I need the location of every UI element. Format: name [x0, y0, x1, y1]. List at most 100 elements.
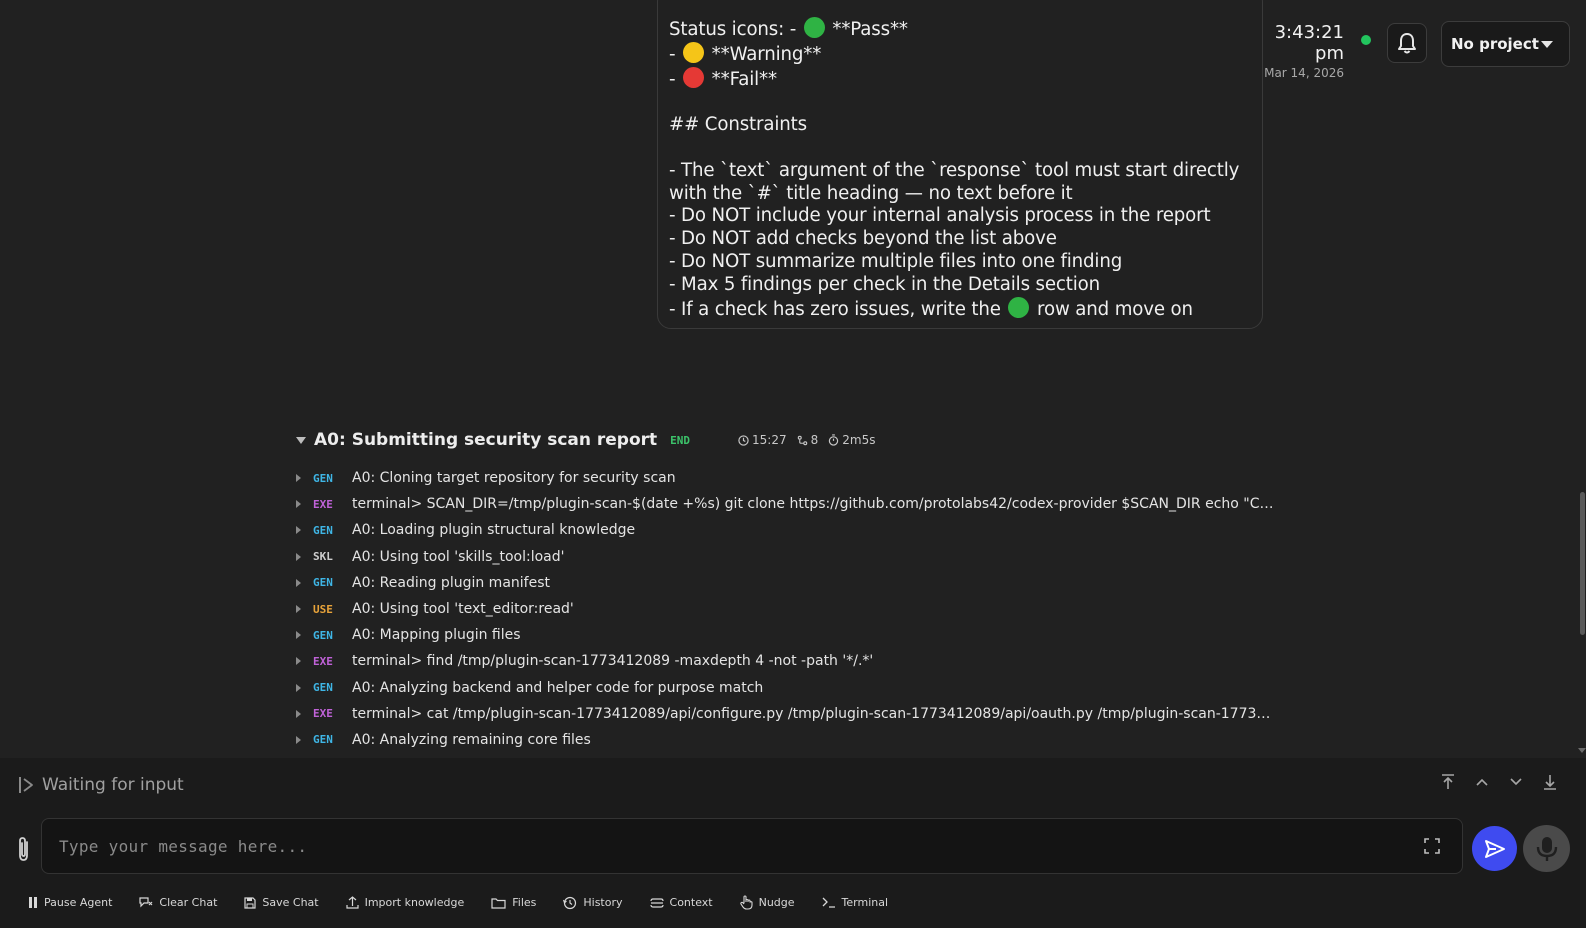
- files-button[interactable]: Files: [491, 896, 536, 909]
- terminal-button[interactable]: Terminal: [822, 896, 889, 909]
- step-type-badge: GEN: [313, 576, 333, 590]
- chevron-down-icon: [1541, 41, 1553, 48]
- process-step-row[interactable]: GEN A0: Mapping plugin files: [296, 622, 1286, 648]
- message-line-text: - Max 5 findings per check in the Detail…: [669, 273, 1100, 295]
- bell-icon: [1398, 33, 1416, 54]
- terminal-label: Terminal: [841, 896, 889, 909]
- pause-agent-label: Pause Agent: [44, 896, 113, 909]
- expand-triangle-icon[interactable]: [296, 526, 301, 535]
- agent-status-text: Waiting for input: [42, 775, 184, 795]
- expand-icon[interactable]: [1424, 838, 1440, 854]
- process-step-row[interactable]: SKL A0: Using tool 'skills_tool:load': [296, 544, 1286, 570]
- import-knowledge-button[interactable]: Import knowledge: [345, 896, 464, 909]
- collapse-triangle-icon[interactable]: [296, 436, 306, 444]
- process-steps-list: GEN A0: Cloning target repository for sec…: [296, 465, 1286, 753]
- process-time: 15:27: [738, 433, 787, 447]
- context-button[interactable]: Context: [649, 896, 713, 909]
- attach-button[interactable]: [14, 835, 34, 863]
- expand-triangle-icon[interactable]: [296, 552, 301, 561]
- expand-triangle-icon[interactable]: [296, 683, 301, 692]
- clear-chat-button[interactable]: Clear Chat: [139, 896, 217, 909]
- files-label: Files: [512, 896, 537, 909]
- expand-triangle-icon[interactable]: [296, 735, 301, 744]
- expand-triangle-icon[interactable]: [296, 709, 301, 718]
- folder-icon: [491, 897, 506, 909]
- message-line: - **Warning**: [669, 41, 1251, 67]
- process-steps-value: 8: [810, 433, 819, 447]
- clock-icon: [738, 434, 749, 446]
- save-chat-button[interactable]: Save Chat: [244, 896, 319, 909]
- step-type-badge: GEN: [313, 628, 333, 642]
- step-type-badge: EXE: [313, 497, 333, 511]
- save-icon: [244, 896, 256, 909]
- scrollbar-thumb[interactable]: [1580, 492, 1585, 635]
- step-type-badge: EXE: [313, 654, 333, 668]
- scroll-top-button[interactable]: [1440, 774, 1456, 790]
- process-time-value: 15:27: [752, 433, 787, 447]
- process-step-row[interactable]: GEN A0: Cloning target repository for sec…: [296, 465, 1286, 491]
- process-title: A0: Submitting security scan report: [314, 430, 658, 450]
- expand-triangle-icon[interactable]: [296, 631, 301, 640]
- paperclip-icon: [19, 837, 28, 861]
- clock-date: Mar 14, 2026: [1264, 66, 1344, 80]
- process-status-badge: END: [670, 433, 691, 447]
- scrollbar-track[interactable]: [1577, 0, 1586, 760]
- app-root: Status icons: - **Pass** - **Warning** - *…: [0, 0, 1586, 928]
- notifications-button[interactable]: [1387, 23, 1427, 63]
- bottom-toolbar: Pause Agent Clear Chat Save Chat Import …: [28, 895, 915, 910]
- message-input[interactable]: [59, 819, 1389, 873]
- message-line-text: - Do NOT include your internal analysis …: [669, 205, 1211, 227]
- step-text: terminal> cat /tmp/plugin-scan-177341208…: [352, 705, 1277, 722]
- step-text: A0: Cloning target repository for securi…: [352, 470, 676, 487]
- arrow-to-bottom-icon: [1544, 775, 1556, 790]
- process-step-row[interactable]: EXE terminal> find /tmp/plugin-scan-17734…: [296, 648, 1286, 674]
- process-step-row[interactable]: EXE terminal> SCAN_DIR=/tmp/plugin-scan-$…: [296, 491, 1286, 517]
- expand-triangle-icon[interactable]: [296, 500, 301, 509]
- step-text: A0: Using tool 'text_editor:read': [352, 601, 574, 618]
- message-line: - The `text` argument of the `response` …: [669, 160, 1251, 183]
- scroll-nav-controls: [1440, 774, 1558, 790]
- process-step-row[interactable]: GEN A0: Reading plugin manifest: [296, 570, 1286, 596]
- expand-triangle-icon[interactable]: [296, 474, 301, 483]
- message-line: - **Fail**: [669, 66, 1251, 92]
- upload-icon: [345, 896, 359, 909]
- send-button[interactable]: [1472, 826, 1517, 871]
- expand-triangle-icon[interactable]: [296, 657, 301, 666]
- message-line: - If a check has zero issues, write the …: [669, 296, 1251, 322]
- scroll-up-button[interactable]: [1474, 774, 1490, 790]
- process-step-row[interactable]: GEN A0: Analyzing remaining core files: [296, 727, 1286, 753]
- yellow-circle-icon: [683, 41, 705, 63]
- process-step-row[interactable]: USE A0: Using tool 'text_editor:read': [296, 596, 1286, 622]
- nudge-button[interactable]: Nudge: [739, 895, 795, 910]
- step-text: terminal> find /tmp/plugin-scan-17734120…: [352, 653, 874, 670]
- process-step-row[interactable]: EXE terminal> cat /tmp/plugin-scan-177341…: [296, 701, 1286, 727]
- process-group-header[interactable]: A0: Submitting security scan report END …: [296, 428, 875, 452]
- clear-chat-icon: [139, 896, 153, 907]
- step-type-badge: GEN: [313, 471, 333, 485]
- step-type-badge: GEN: [313, 523, 333, 537]
- message-line: - Do NOT summarize multiple files into o…: [669, 251, 1251, 274]
- history-button[interactable]: History: [563, 896, 623, 910]
- scroll-down-arrow-icon[interactable]: [1578, 748, 1586, 753]
- message-line-text: **Fail**: [706, 68, 777, 90]
- connection-status-dot: [1361, 35, 1371, 45]
- process-meta: 15:27 8 2m5s: [738, 433, 875, 447]
- message-line-text: -: [669, 68, 682, 90]
- process-step-row[interactable]: GEN A0: Analyzing backend and helper code…: [296, 675, 1286, 701]
- red-circle-icon: [683, 66, 705, 88]
- pause-agent-button[interactable]: Pause Agent: [28, 896, 112, 909]
- message-line: - Max 5 findings per check in the Detail…: [669, 274, 1251, 297]
- expand-triangle-icon[interactable]: [296, 605, 301, 614]
- microphone-button[interactable]: [1523, 825, 1570, 872]
- project-selector[interactable]: No project: [1441, 21, 1570, 67]
- chevron-up-icon: [1476, 778, 1488, 786]
- step-type-badge: EXE: [313, 707, 333, 721]
- scroll-down-button[interactable]: [1508, 774, 1524, 790]
- terminal-icon: [822, 897, 835, 908]
- step-text: terminal> SCAN_DIR=/tmp/plugin-scan-$(da…: [352, 496, 1277, 513]
- expand-triangle-icon[interactable]: [296, 578, 301, 587]
- scroll-bottom-button[interactable]: [1542, 774, 1558, 790]
- process-step-row[interactable]: GEN A0: Loading plugin structural knowled…: [296, 517, 1286, 543]
